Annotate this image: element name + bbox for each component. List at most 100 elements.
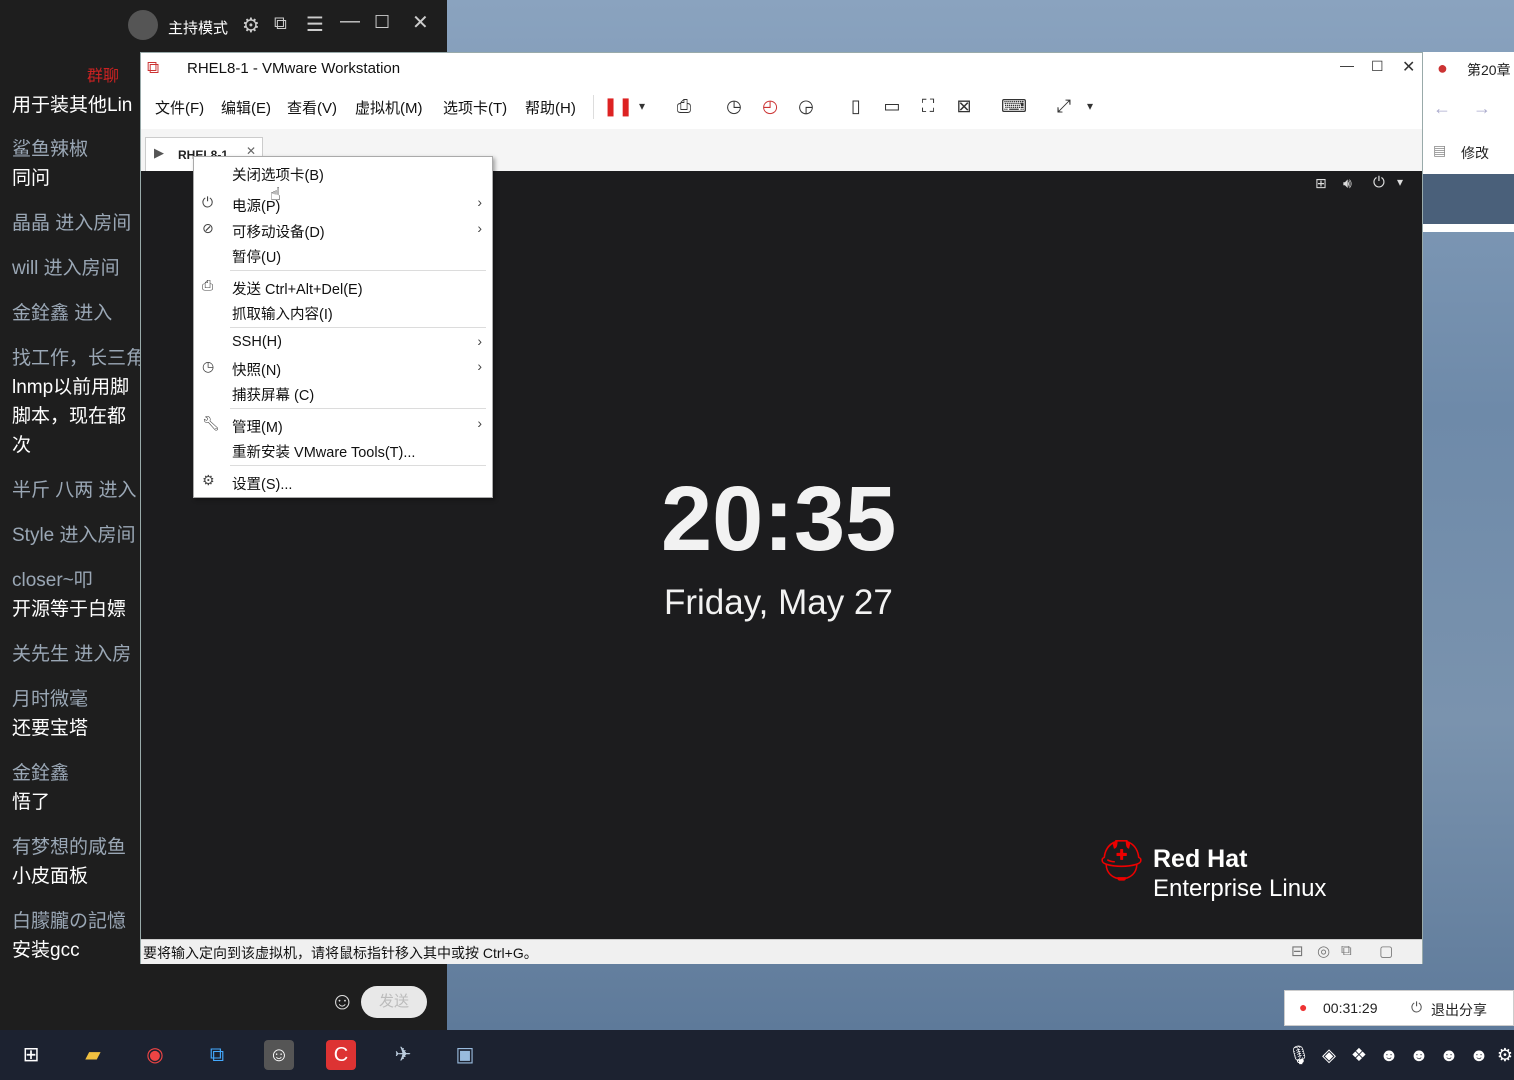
menu-item-removable-devices[interactable]: 可移动设备(D) bbox=[232, 221, 325, 242]
close-icon[interactable]: ✕ bbox=[1402, 57, 1415, 77]
menu-item-capture-screen[interactable]: 捕获屏幕 (C) bbox=[232, 384, 314, 405]
qq-tray-icon[interactable]: ☻ bbox=[1434, 1040, 1464, 1070]
edit-button[interactable]: 修改 bbox=[1461, 143, 1489, 163]
chapter-label: 第20章 bbox=[1467, 62, 1511, 78]
vmware-taskbar-icon[interactable]: ⧉ bbox=[202, 1040, 232, 1070]
snapshot-manager-icon[interactable]: ◶ bbox=[793, 93, 819, 119]
menu-item-send-ctrl-alt-del[interactable]: 发送 Ctrl+Alt+Del(E) bbox=[232, 278, 363, 299]
close-icon[interactable]: ✕ bbox=[412, 10, 429, 35]
minimize-icon[interactable]: — bbox=[1340, 57, 1354, 73]
menu-item-reinstall-vmware-tools[interactable]: 重新安装 VMware Tools(T)... bbox=[232, 441, 415, 462]
chat-message: lnmp以前用脚 bbox=[12, 377, 130, 398]
revert-snapshot-icon[interactable]: ◴ bbox=[757, 93, 783, 119]
exit-share-button[interactable]: 退出分享 bbox=[1431, 1000, 1487, 1020]
pause-icon[interactable]: ❚❚ bbox=[603, 93, 633, 119]
chevron-right-icon: › bbox=[477, 194, 482, 210]
menu-item-grab-input[interactable]: 抓取输入内容(I) bbox=[232, 303, 333, 324]
thumbnail-bar-icon[interactable]: ▭ bbox=[879, 93, 905, 119]
menu-item-pause[interactable]: 暂停(U) bbox=[232, 246, 281, 267]
chat-message: 悟了 bbox=[12, 792, 51, 813]
settings-tray-icon[interactable]: ⚙ bbox=[1490, 1040, 1514, 1070]
menu-item-manage[interactable]: 管理(M) bbox=[232, 416, 283, 437]
settings-icon[interactable]: ⚙ bbox=[242, 13, 260, 38]
chat-message: 还要宝塔 bbox=[12, 718, 89, 739]
chat-header: 主持模式 ⚙ ⧉ ☰ — ☐ ✕ bbox=[0, 0, 447, 52]
volume-icon[interactable]: 🔊︎ bbox=[1343, 175, 1352, 192]
monitor-app-icon[interactable]: ▣ bbox=[450, 1040, 480, 1070]
vm-icon: ▶ bbox=[154, 145, 164, 160]
qq-app-icon[interactable]: ☺ bbox=[264, 1040, 294, 1070]
vmware-app-icon: ⧉ bbox=[147, 58, 160, 77]
menu-tabs[interactable]: 选项卡(T) bbox=[443, 97, 507, 118]
network-icon[interactable]: ⊞ bbox=[1315, 175, 1327, 192]
avatar[interactable] bbox=[128, 10, 158, 40]
chat-sender: 金銓鑫 bbox=[12, 763, 70, 784]
brand-product: Enterprise Linux bbox=[1153, 875, 1327, 902]
removable-devices-icon: ⊘ bbox=[202, 220, 214, 236]
chat-join-notice: 金銓鑫 进入 bbox=[12, 303, 113, 324]
menu-item-ssh[interactable]: SSH(H) bbox=[232, 334, 282, 350]
group-chat-tab[interactable]: 群聊 bbox=[87, 62, 119, 86]
message-log-icon[interactable]: ▢ bbox=[1379, 942, 1393, 960]
chrome-icon[interactable]: ◉ bbox=[140, 1040, 170, 1070]
qq-tray-icon[interactable]: ☻ bbox=[1404, 1040, 1434, 1070]
menu-separator bbox=[230, 270, 486, 271]
maximize-icon[interactable]: ☐ bbox=[1371, 58, 1384, 75]
wrench-icon: 🔧︎ bbox=[202, 415, 220, 431]
minimize-icon[interactable]: — bbox=[340, 10, 360, 33]
menu-edit[interactable]: 编辑(E) bbox=[221, 97, 271, 118]
document-icon: ▤ bbox=[1433, 142, 1447, 158]
record-dot-icon: ● bbox=[1299, 999, 1308, 1015]
menu-separator bbox=[230, 408, 486, 409]
menu-view[interactable]: 查看(V) bbox=[287, 97, 337, 118]
back-icon[interactable]: ← bbox=[1433, 98, 1451, 119]
menu-help[interactable]: 帮助(H) bbox=[525, 97, 576, 118]
chevron-down-icon[interactable]: ▾ bbox=[629, 93, 655, 119]
menu-file[interactable]: 文件(F) bbox=[155, 97, 204, 118]
snapshot-icon[interactable]: ◷ bbox=[721, 93, 747, 119]
hand-cursor-icon: ☝ bbox=[270, 184, 281, 204]
chevron-down-icon[interactable]: ▾ bbox=[1397, 175, 1403, 189]
file-explorer-icon[interactable]: ▰ bbox=[78, 1040, 108, 1070]
send-ctrl-alt-del-icon[interactable]: ⎙ bbox=[671, 93, 697, 119]
cdrom-icon[interactable]: ◎ bbox=[1317, 942, 1330, 960]
tray-icon[interactable]: ❖ bbox=[1344, 1040, 1374, 1070]
harddisk-icon[interactable]: ⊟ bbox=[1291, 942, 1304, 960]
power-icon[interactable]: ⏻ bbox=[1373, 174, 1385, 191]
chat-message: 用于装其他Lin bbox=[12, 95, 133, 116]
stretch-icon[interactable]: ⤢ bbox=[1051, 93, 1077, 119]
menu-icon[interactable]: ☰ bbox=[306, 12, 324, 37]
windows-start-icon[interactable]: ⊞ bbox=[16, 1040, 46, 1070]
qq-tray-icon[interactable]: ☻ bbox=[1374, 1040, 1404, 1070]
window-title: RHEL8-1 - VMware Workstation bbox=[187, 60, 401, 77]
network-adapter-icon[interactable]: ⧉ bbox=[1341, 942, 1352, 959]
send-button[interactable]: 发送 bbox=[361, 986, 427, 1018]
unity-icon[interactable]: ⊠ bbox=[951, 93, 977, 119]
chevron-right-icon: › bbox=[477, 220, 482, 236]
chat-message: 小皮面板 bbox=[12, 866, 89, 887]
menu-item-snapshot[interactable]: 快照(N) bbox=[232, 359, 281, 380]
fullscreen-icon[interactable]: ⛶ bbox=[915, 93, 941, 119]
redhat-logo-icon: ● bbox=[1437, 58, 1448, 78]
chat-message: 次 bbox=[12, 435, 32, 456]
library-icon[interactable]: ▯ bbox=[843, 93, 869, 119]
microphone-icon[interactable]: 🎙︎ bbox=[1284, 1040, 1314, 1070]
lock-screen-date: Friday, May 27 bbox=[664, 583, 893, 622]
recorder-app-icon[interactable]: C bbox=[326, 1040, 356, 1070]
vmware-titlebar: ⧉ RHEL8-1 - VMware Workstation — ☐ ✕ bbox=[141, 53, 1422, 85]
menu-vm[interactable]: 虚拟机(M) bbox=[355, 97, 423, 118]
maximize-icon[interactable]: ☐ bbox=[374, 12, 390, 33]
tray-icon[interactable]: ◈ bbox=[1314, 1040, 1344, 1070]
bird-app-icon[interactable]: ✈ bbox=[388, 1040, 418, 1070]
taskbar: ⊞ ▰ ◉ ⧉ ☺ C ✈ ▣ 🎙︎ ◈ ❖ ☻ ☻ ☻ ☻ ⚙ bbox=[0, 1030, 1514, 1080]
chat-sender: 白朦朧の記憶 bbox=[12, 911, 127, 932]
emoji-icon[interactable]: ☺ bbox=[330, 988, 355, 1016]
console-icon[interactable]: ⌨ bbox=[1001, 93, 1027, 119]
popout-icon[interactable]: ⧉ bbox=[274, 13, 287, 34]
chat-sender: 月时微毫 bbox=[12, 689, 89, 710]
menu-item-close-tab[interactable]: 关闭选项卡(B) bbox=[232, 164, 324, 185]
menu-item-settings[interactable]: 设置(S)... bbox=[232, 473, 292, 494]
forward-icon[interactable]: → bbox=[1473, 98, 1491, 119]
recording-timer: 00:31:29 bbox=[1323, 1000, 1378, 1016]
chevron-down-icon[interactable]: ▾ bbox=[1077, 93, 1103, 119]
